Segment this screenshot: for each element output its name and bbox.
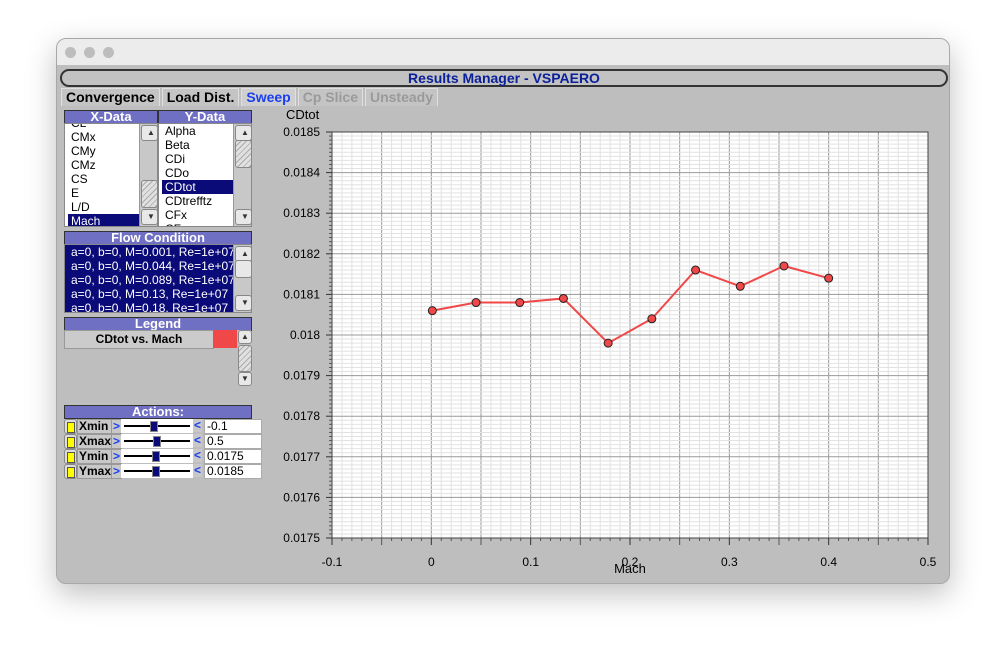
y-tick-label: 0.0184 bbox=[283, 166, 320, 180]
y-tick-label: 0.0182 bbox=[283, 247, 320, 261]
data-point bbox=[691, 265, 701, 275]
results-manager-window: Results Manager - VSPAERO Convergence Lo… bbox=[56, 38, 950, 584]
data-point bbox=[824, 273, 834, 283]
data-point bbox=[515, 298, 525, 308]
x-tick-label: 0 bbox=[428, 555, 435, 569]
y-tick-label: 0.0175 bbox=[283, 531, 320, 545]
y-tick-label: 0.0183 bbox=[283, 206, 320, 220]
y-tick-label: 0.0178 bbox=[283, 409, 320, 423]
data-point bbox=[735, 281, 745, 291]
y-tick-label: 0.018 bbox=[290, 328, 320, 342]
data-point bbox=[779, 261, 789, 271]
data-point bbox=[647, 314, 657, 324]
y-tick-label: 0.0176 bbox=[283, 490, 320, 504]
data-point bbox=[558, 293, 568, 303]
y-tick-label: 0.0185 bbox=[283, 125, 320, 139]
y-tick-label: 0.0179 bbox=[283, 369, 320, 383]
y-tick-label: 0.0177 bbox=[283, 450, 320, 464]
data-point bbox=[603, 338, 613, 348]
data-point bbox=[471, 298, 481, 308]
x-tick-label: 0.1 bbox=[522, 555, 539, 569]
x-tick-label: 0.4 bbox=[820, 555, 837, 569]
x-tick-label: 0.5 bbox=[920, 555, 937, 569]
data-point bbox=[427, 306, 437, 316]
x-axis-label: Mach bbox=[614, 561, 646, 576]
sweep-chart: 0.0175 0.0176 0.0177 0.0178 0.0179 0.018 0.018… bbox=[283, 107, 937, 576]
y-axis-label: CDtot bbox=[286, 107, 320, 122]
y-tick-label: 0.0181 bbox=[283, 287, 320, 301]
x-tick-label: 0.3 bbox=[721, 555, 738, 569]
x-tick-label: -0.1 bbox=[322, 555, 343, 569]
